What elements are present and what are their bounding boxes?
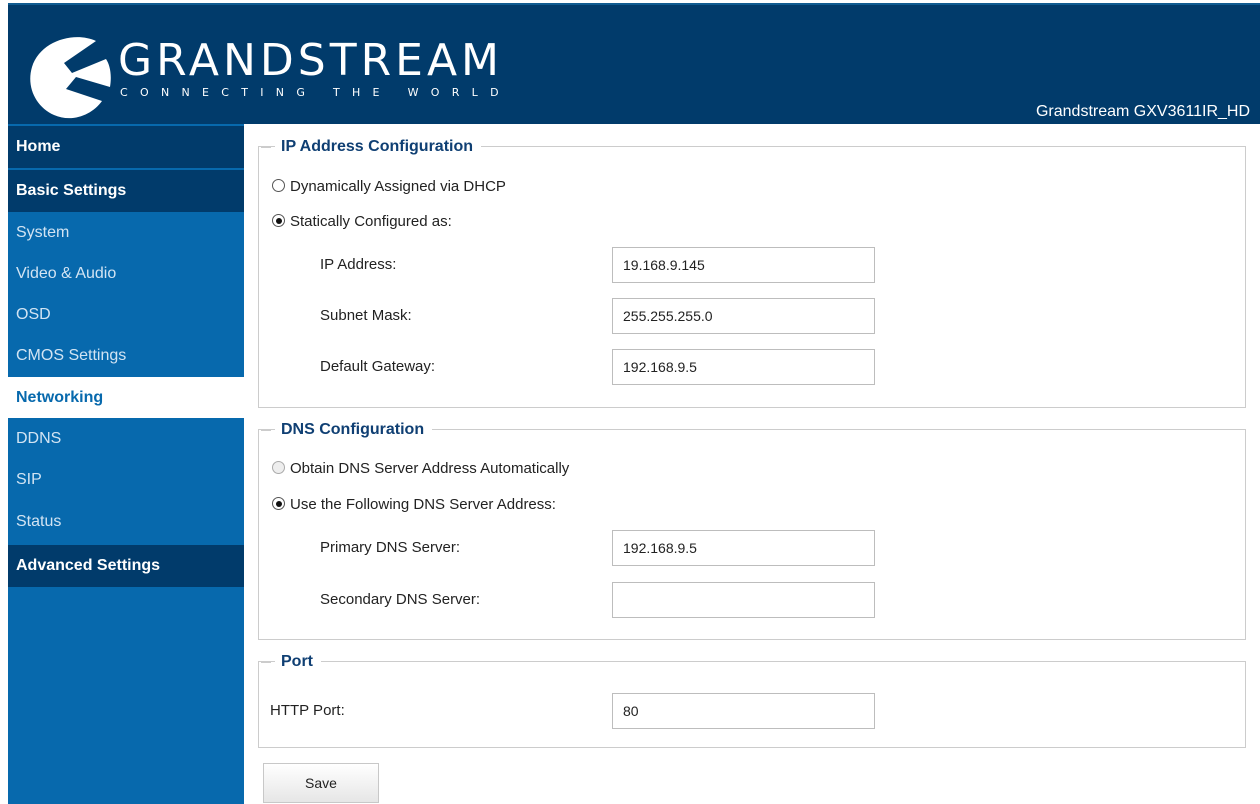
page: GRANDSTREAM CONNECTING THE WORLD Grandst… xyxy=(0,0,1260,804)
sidebar-item-video-audio[interactable]: Video & Audio xyxy=(8,253,244,295)
primary-dns-input[interactable] xyxy=(612,530,875,566)
static-option[interactable]: Statically Configured as: xyxy=(272,212,452,232)
sidebar-item-osd[interactable]: OSD xyxy=(8,294,244,336)
sidebar-item-system[interactable]: System xyxy=(8,212,244,254)
ip-address-label: IP Address: xyxy=(320,256,397,273)
static-option-label: Statically Configured as: xyxy=(290,213,452,230)
header-bar: GRANDSTREAM CONNECTING THE WORLD Grandst… xyxy=(8,3,1260,124)
default-gateway-input[interactable] xyxy=(612,349,875,385)
dns-auto-radio[interactable] xyxy=(272,461,285,475)
dns-manual-option[interactable]: Use the Following DNS Server Address: xyxy=(272,495,556,515)
port-legend: Port xyxy=(261,652,321,672)
sidebar-item-networking[interactable]: Networking xyxy=(8,377,244,419)
sidebar-item-sip[interactable]: SIP xyxy=(8,459,244,501)
static-radio[interactable] xyxy=(272,214,285,228)
default-gateway-label: Default Gateway: xyxy=(320,358,436,375)
sidebar-item-status[interactable]: Status xyxy=(8,501,244,543)
dns-config-legend: DNS Configuration xyxy=(260,420,433,440)
dns-auto-option[interactable]: Obtain DNS Server Address Automatically xyxy=(272,459,569,479)
dhcp-option[interactable]: Dynamically Assigned via DHCP xyxy=(272,177,506,197)
dhcp-option-label: Dynamically Assigned via DHCP xyxy=(290,178,506,195)
subnet-mask-input[interactable] xyxy=(612,298,875,334)
http-port-label: HTTP Port: xyxy=(270,702,345,719)
sidebar-item-home[interactable]: Home xyxy=(8,126,244,168)
dns-auto-option-label: Obtain DNS Server Address Automatically xyxy=(290,460,570,477)
sidebar-item-ddns[interactable]: DDNS xyxy=(8,418,244,460)
device-model: Grandstream GXV3611IR_HD xyxy=(1035,103,1250,120)
sidebar-item-cmos-settings[interactable]: CMOS Settings xyxy=(8,335,244,377)
http-port-input[interactable] xyxy=(612,693,875,729)
sidebar-item-basic-settings[interactable]: Basic Settings xyxy=(8,170,244,212)
dns-manual-radio[interactable] xyxy=(272,497,285,511)
ip-address-input[interactable] xyxy=(612,247,875,283)
brand-tagline: CONNECTING THE WORLD xyxy=(120,86,511,99)
brand-name: GRANDSTREAM xyxy=(118,35,504,86)
primary-dns-label: Primary DNS Server: xyxy=(320,539,461,556)
sidebar-item-advanced-settings[interactable]: Advanced Settings xyxy=(8,545,244,587)
sidebar: Home Basic Settings System Video & Audio… xyxy=(8,124,244,804)
secondary-dns-input[interactable] xyxy=(612,582,875,618)
dns-manual-option-label: Use the Following DNS Server Address: xyxy=(290,496,556,513)
dhcp-radio[interactable] xyxy=(272,179,285,193)
secondary-dns-label: Secondary DNS Server: xyxy=(320,591,481,608)
ip-config-legend: IP Address Configuration xyxy=(260,137,482,157)
save-button[interactable]: Save xyxy=(263,763,379,803)
grandstream-logo-icon xyxy=(30,37,111,119)
subnet-mask-label: Subnet Mask: xyxy=(320,307,412,324)
